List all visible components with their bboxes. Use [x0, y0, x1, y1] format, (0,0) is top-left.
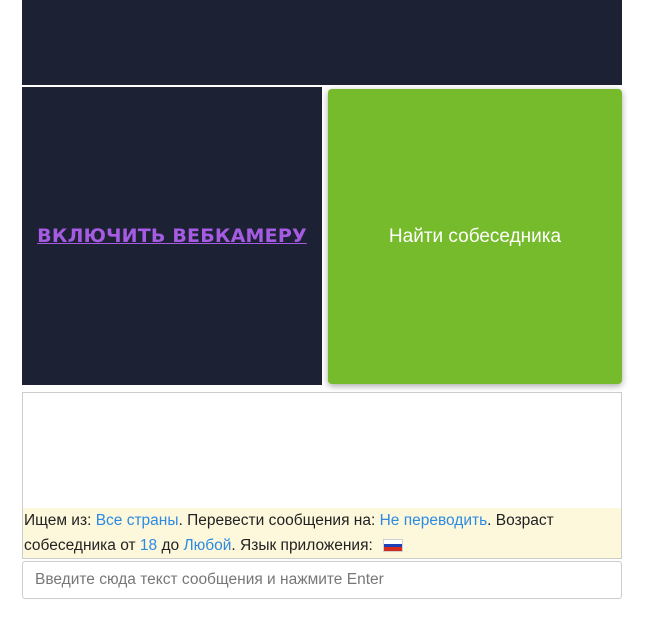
find-partner-button[interactable]: Найти собеседника: [328, 89, 622, 384]
translate-label: . Перевести сообщения на:: [178, 512, 376, 529]
chat-app: ВКЛЮЧИТЬ ВЕБКАМЕРУ Найти собеседника Ище…: [0, 0, 648, 623]
enable-webcam-link[interactable]: ВКЛЮЧИТЬ ВЕБКАМЕРУ: [37, 225, 307, 247]
country-select-link[interactable]: Все страны: [96, 512, 179, 529]
age-from-link[interactable]: 18: [140, 537, 157, 554]
app-language-label: . Язык приложения:: [231, 537, 373, 554]
find-partner-label: Найти собеседника: [388, 225, 562, 247]
search-from-label: Ищем из:: [24, 512, 92, 529]
translate-select-link[interactable]: Не переводить: [380, 512, 488, 529]
search-settings-bar: Ищем из: Все страны. Перевести сообщения…: [23, 508, 621, 558]
local-video: ВКЛЮЧИТЬ ВЕБКАМЕРУ: [22, 87, 322, 385]
russia-flag-icon[interactable]: [383, 539, 404, 552]
message-input[interactable]: [22, 561, 622, 599]
age-to-link[interactable]: Любой: [183, 537, 231, 554]
chat-messages[interactable]: Ищем из: Все страны. Перевести сообщения…: [22, 392, 622, 559]
flag-stripe-red: [384, 547, 403, 551]
remote-video: [22, 0, 622, 85]
age-to-label: до: [161, 537, 180, 554]
